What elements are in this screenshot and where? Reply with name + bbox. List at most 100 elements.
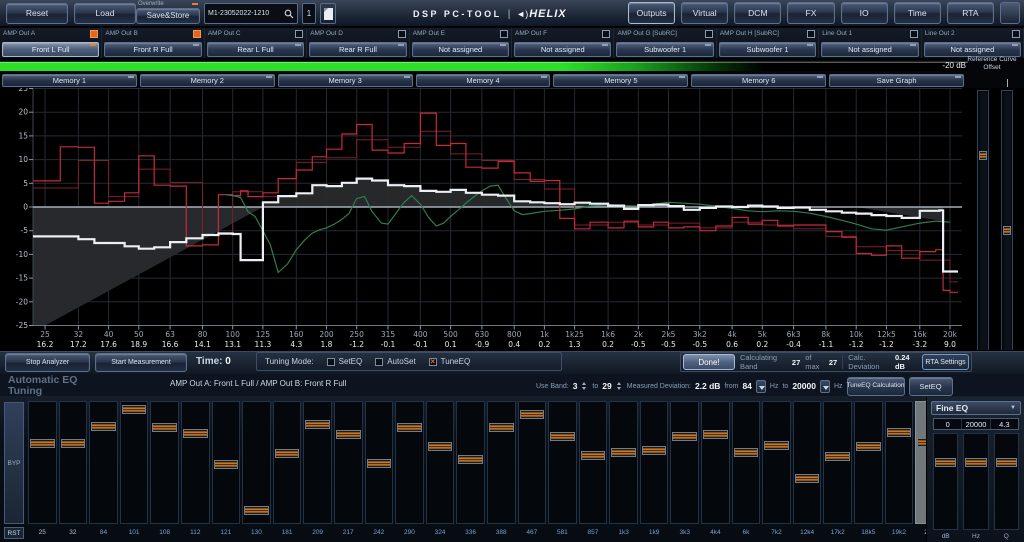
nav-rta-button[interactable]: RTA [947,2,994,24]
eq-band-slider-121[interactable] [212,401,241,524]
checkbox-icon[interactable]: × [429,358,437,366]
nav-outputs-button[interactable]: Outputs [628,2,675,24]
channel-assignment-button[interactable]: Not assigned [412,42,509,57]
slider-handle[interactable] [61,439,86,448]
slider-handle[interactable] [244,506,269,515]
tuning-mode-option-seteq[interactable]: SetEQ [327,357,363,366]
memory-2-button[interactable]: Memory 2 [140,74,275,87]
eq-band-slider-324[interactable] [426,401,455,524]
channel-assignment-button[interactable]: Not assigned [821,42,918,57]
slider-handle[interactable] [367,459,392,468]
eq-band-slider-3k3[interactable] [670,401,699,524]
slider-handle[interactable] [275,449,300,458]
eq-band-slider-209[interactable] [303,401,332,524]
channel-checkbox[interactable] [500,30,508,38]
slider-handle[interactable] [183,429,208,438]
slider-handle[interactable] [703,430,728,439]
checkbox-icon[interactable] [375,358,383,366]
tuning-mode-option-autoset[interactable]: AutoSet [375,357,415,366]
slider-handle[interactable] [336,430,361,439]
memory-6-button[interactable]: Memory 6 [691,74,826,87]
slider-handle[interactable] [152,423,177,432]
memory-5-button[interactable]: Memory 5 [553,74,688,87]
memory-1-button[interactable]: Memory 1 [2,74,137,87]
eq-band-slider-581[interactable] [548,401,577,524]
eq-band-slider-12k4[interactable] [793,401,822,524]
slider-handle[interactable] [305,420,330,429]
slider-handle[interactable] [91,422,116,431]
channel-assignment-button[interactable]: Subwoofer 1 [616,42,713,57]
channel-assignment-button[interactable]: Front R Full [104,42,201,57]
bypass-strip[interactable]: BYP [4,402,24,524]
dropdown-button[interactable] [820,380,830,393]
eq-band-slider-217[interactable] [334,401,363,524]
channel-assignment-button[interactable]: Not assigned [514,42,611,57]
stop-analyzer-button[interactable]: Stop Analyzer [5,353,90,372]
eq-band-slider-181[interactable] [273,401,302,524]
slider-handle[interactable] [764,441,789,450]
slider-handle[interactable] [996,458,1017,467]
channel-assignment-button[interactable]: Front L Full [2,42,99,57]
spinner-icon[interactable] [616,381,623,391]
slider-handle[interactable] [979,151,987,160]
eq-band-slider-857[interactable] [579,401,608,524]
eq-band-slider-112[interactable] [181,401,210,524]
channel-assignment-button[interactable]: Rear L Full [207,42,304,57]
slider-handle[interactable] [795,474,820,483]
reference-curve-offset-slider[interactable] [1001,90,1013,357]
eq-band-slider-4k4[interactable] [701,401,730,524]
search-icon[interactable] [284,9,294,19]
overwrite-option[interactable]: Overwrite [136,0,200,8]
eq-band-slider-101[interactable] [120,401,149,524]
slider-handle[interactable] [122,405,147,414]
slider-handle[interactable] [397,423,422,432]
spinner-icon[interactable] [581,381,588,391]
done-button[interactable]: Done! [683,354,735,370]
fine-eq-header[interactable]: Fine EQ ▼ [931,401,1021,415]
channel-checkbox[interactable] [90,30,98,38]
slider-handle[interactable] [458,455,483,464]
slider-handle[interactable] [214,460,239,469]
slider-handle[interactable] [550,432,575,441]
reset-button[interactable]: Reset [6,3,68,24]
slider-handle[interactable] [611,448,636,457]
freq-from-value[interactable]: 84 [742,381,751,391]
tune-eq-calculation-button[interactable]: TuneEQ Calculation [847,377,905,396]
fine-eq-slider-hz[interactable] [963,433,988,530]
eq-band-slider-6k[interactable] [732,401,761,524]
slider-handle[interactable] [489,423,514,432]
eq-band-slider-290[interactable] [395,401,424,524]
eq-band-slider-1k3[interactable] [609,401,638,524]
slider-handle[interactable] [734,448,759,457]
tuning-mode-option-tuneeq[interactable]: ×TuneEQ [429,357,471,366]
channel-checkbox[interactable] [807,30,815,38]
eq-band-slider-7k2[interactable] [762,401,791,524]
save-store-button[interactable]: Save&Store [136,8,200,24]
eq-band-slider-25[interactable] [28,401,57,524]
slider-handle[interactable] [428,442,453,451]
eq-band-slider-130[interactable] [242,401,271,524]
slider-handle[interactable] [856,442,881,451]
save-graph-button[interactable]: Save Graph [829,74,964,87]
slider-handle[interactable] [672,432,697,441]
setup-page-field[interactable]: 1 [302,3,316,24]
start-measurement-button[interactable]: Start Measurement [95,353,187,372]
eq-band-slider-467[interactable] [518,401,547,524]
slider-handle[interactable] [30,439,55,448]
eq-band-slider-17k2[interactable] [823,401,852,524]
channel-checkbox[interactable] [705,30,713,38]
channel-checkbox[interactable] [910,30,918,38]
channel-assignment-button[interactable]: Not assigned [924,42,1021,57]
channel-checkbox[interactable] [398,30,406,38]
reset-eq-button[interactable]: RST [4,527,24,539]
slider-handle[interactable] [825,452,850,461]
slider-handle[interactable] [581,451,606,460]
rta-settings-button[interactable]: RTA Settings [922,354,969,370]
freq-to-value[interactable]: 20000 [792,381,816,391]
memory-4-button[interactable]: Memory 4 [416,74,551,87]
eq-band-slider-32[interactable] [59,401,88,524]
nav-dcm-button[interactable]: DCM [734,2,781,24]
more-button[interactable] [1000,2,1020,24]
eq-band-slider-84[interactable] [89,401,118,524]
slider-handle[interactable] [965,458,986,467]
